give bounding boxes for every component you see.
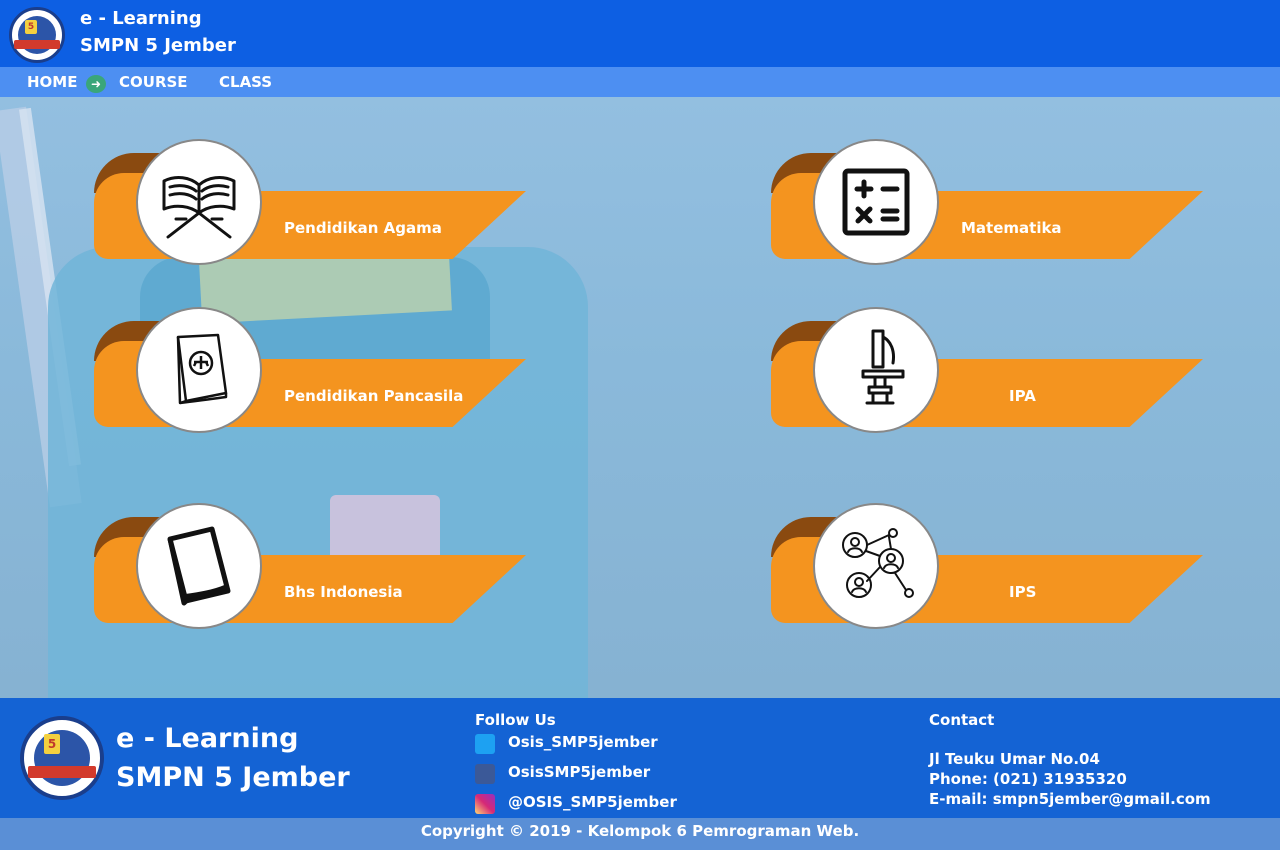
social-facebook[interactable]: OsisSMP5jember [475, 762, 735, 786]
course-label: Bhs Indonesia [284, 583, 403, 601]
contact-email[interactable]: E-mail: smpn5jember@gmail.com [929, 790, 1211, 808]
quran-stand-icon [136, 139, 262, 265]
social-text[interactable]: Osis_SMP5jember [508, 733, 658, 751]
course-card-ipa[interactable]: IPA [771, 307, 1211, 451]
social-text[interactable]: @OSIS_SMP5jember [508, 793, 677, 811]
school-logo[interactable]: 5 [9, 7, 65, 63]
book-icon [136, 503, 262, 629]
course-card-matematika[interactable]: Matematika [771, 139, 1211, 283]
course-label: Pendidikan Agama [284, 219, 442, 237]
copyright-text: Copyright © 2019 - Kelompok 6 Pemrograma… [420, 822, 860, 840]
course-label: IPA [1009, 387, 1036, 405]
instagram-icon [475, 794, 495, 814]
logo-number: 5 [25, 20, 37, 34]
site-subtitle: SMPN 5 Jember [80, 35, 236, 56]
contact-address: Jl Teuku Umar No.04 [929, 750, 1100, 768]
social-network-icon [813, 503, 939, 629]
course-card-agama[interactable]: Pendidikan Agama [94, 139, 534, 283]
contact-heading: Contact [929, 711, 995, 729]
social-instagram[interactable]: @OSIS_SMP5jember [475, 792, 735, 816]
footer-title: e - Learning [116, 723, 299, 754]
footer: 5 e - Learning SMPN 5 Jember Follow Us O… [0, 698, 1280, 818]
footer-subtitle: SMPN 5 Jember [116, 762, 350, 793]
facebook-icon [475, 764, 495, 784]
course-card-bhs-indonesia[interactable]: Bhs Indonesia [94, 503, 534, 647]
social-text[interactable]: OsisSMP5jember [508, 763, 650, 781]
math-operators-icon [813, 139, 939, 265]
microscope-icon [813, 307, 939, 433]
course-label: Pendidikan Pancasila [284, 387, 464, 405]
site-title: e - Learning [80, 8, 202, 29]
arrow-right-icon: ➜ [86, 75, 106, 93]
footer-school-logo: 5 [20, 716, 104, 800]
top-header: 5 e - Learning SMPN 5 Jember [0, 0, 1280, 67]
law-book-icon [136, 307, 262, 433]
follow-us-heading: Follow Us [475, 711, 556, 729]
nav-home[interactable]: HOME [27, 73, 77, 91]
nav-course[interactable]: COURSE [119, 73, 188, 91]
course-card-pancasila[interactable]: Pendidikan Pancasila [94, 307, 534, 451]
nav-class[interactable]: CLASS [219, 73, 272, 91]
copyright-bar: Copyright © 2019 - Kelompok 6 Pemrograma… [0, 818, 1280, 850]
course-label: IPS [1009, 583, 1037, 601]
footer-logo-number: 5 [44, 734, 60, 754]
course-card-ips[interactable]: IPS [771, 503, 1211, 647]
contact-phone: Phone: (021) 31935320 [929, 770, 1127, 788]
social-twitter[interactable]: Osis_SMP5jember [475, 732, 735, 756]
course-label: Matematika [961, 219, 1062, 237]
main-nav: HOME ➜ COURSE CLASS [0, 67, 1280, 97]
twitter-icon [475, 734, 495, 754]
